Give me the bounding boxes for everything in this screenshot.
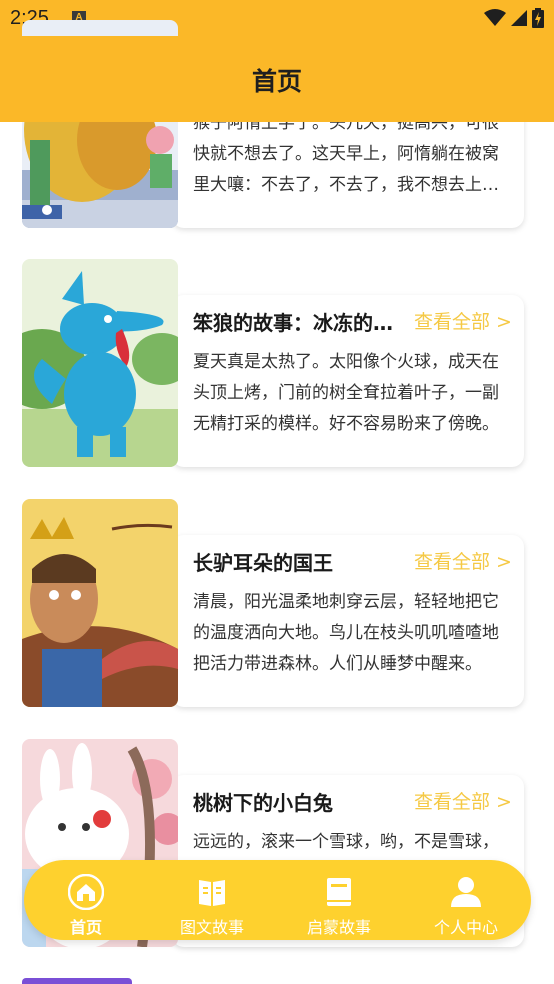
story-card[interactable]: 长驴耳朵的国王 查看全部 > 清晨，阳光温柔地刺穿云层，轻轻地把它的温度洒向大地…	[22, 499, 524, 707]
notebook-icon	[327, 878, 351, 906]
person-icon	[451, 877, 481, 907]
tab-picture-stories[interactable]: 图文故事	[157, 874, 267, 938]
book-icon	[199, 880, 225, 906]
story-title: 长驴耳朵的国王	[193, 551, 333, 575]
story-description-text: 夏天真是太热了。太阳像个火球，成天在头顶上烤，门前的树全耷拉着叶子，一副无精打采…	[193, 352, 499, 434]
view-all-link[interactable]: 查看全部 >	[414, 547, 512, 574]
story-thumbnail[interactable]	[22, 259, 178, 467]
bottom-tab-bar: 首页 图文故事 启蒙故事 个人中心	[24, 860, 531, 940]
story-title: 笨狼的故事：冰冻的棒冰	[193, 311, 393, 335]
view-all-link[interactable]: 查看全部 >	[414, 307, 512, 334]
home-icon	[68, 874, 104, 910]
view-all-link[interactable]: 查看全部 >	[414, 787, 512, 814]
tab-picture-stories-label: 图文故事	[179, 918, 244, 937]
tab-personal-center[interactable]: 个人中心	[411, 874, 521, 938]
story-description: 夏天真是太热了。太阳像个火球，成天在头顶上烤，门前的树全耷拉着叶子，一副无精打采…	[193, 347, 505, 440]
page-title: 首页	[251, 67, 302, 96]
story-description: 清晨，阳光温柔地刺穿云层，轻轻地把它的温度洒向大地。鸟儿在枝头叽叽喳喳地把活力带…	[193, 587, 505, 680]
story-thumbnail[interactable]	[22, 499, 178, 707]
tab-home-label: 首页	[69, 918, 102, 937]
app-bar: 首页	[0, 36, 554, 122]
story-list[interactable]: 猴子阿惰上学了。头几天，挺高兴，可很快就不想去了。这天早上，阿惰躺在被窝里大嚷：…	[0, 0, 554, 984]
story-description-text: 清晨，阳光温柔地刺穿云层，轻轻地把它的温度洒向大地。鸟儿在枝头叽叽喳喳地把活力带…	[193, 592, 499, 674]
story-card-peek[interactable]	[22, 978, 132, 984]
tab-personal-center-label: 个人中心	[433, 918, 498, 937]
story-card[interactable]: 笨狼的故事：冰冻的棒冰 查看全部 > 夏天真是太热了。太阳像个火球，成天在头顶上…	[22, 259, 524, 467]
tab-enlightenment-stories[interactable]: 启蒙故事	[284, 874, 394, 938]
tab-enlightenment-stories-label: 启蒙故事	[306, 918, 371, 937]
story-title: 桃树下的小白兔	[193, 791, 333, 815]
tab-home[interactable]: 首页	[31, 874, 141, 938]
